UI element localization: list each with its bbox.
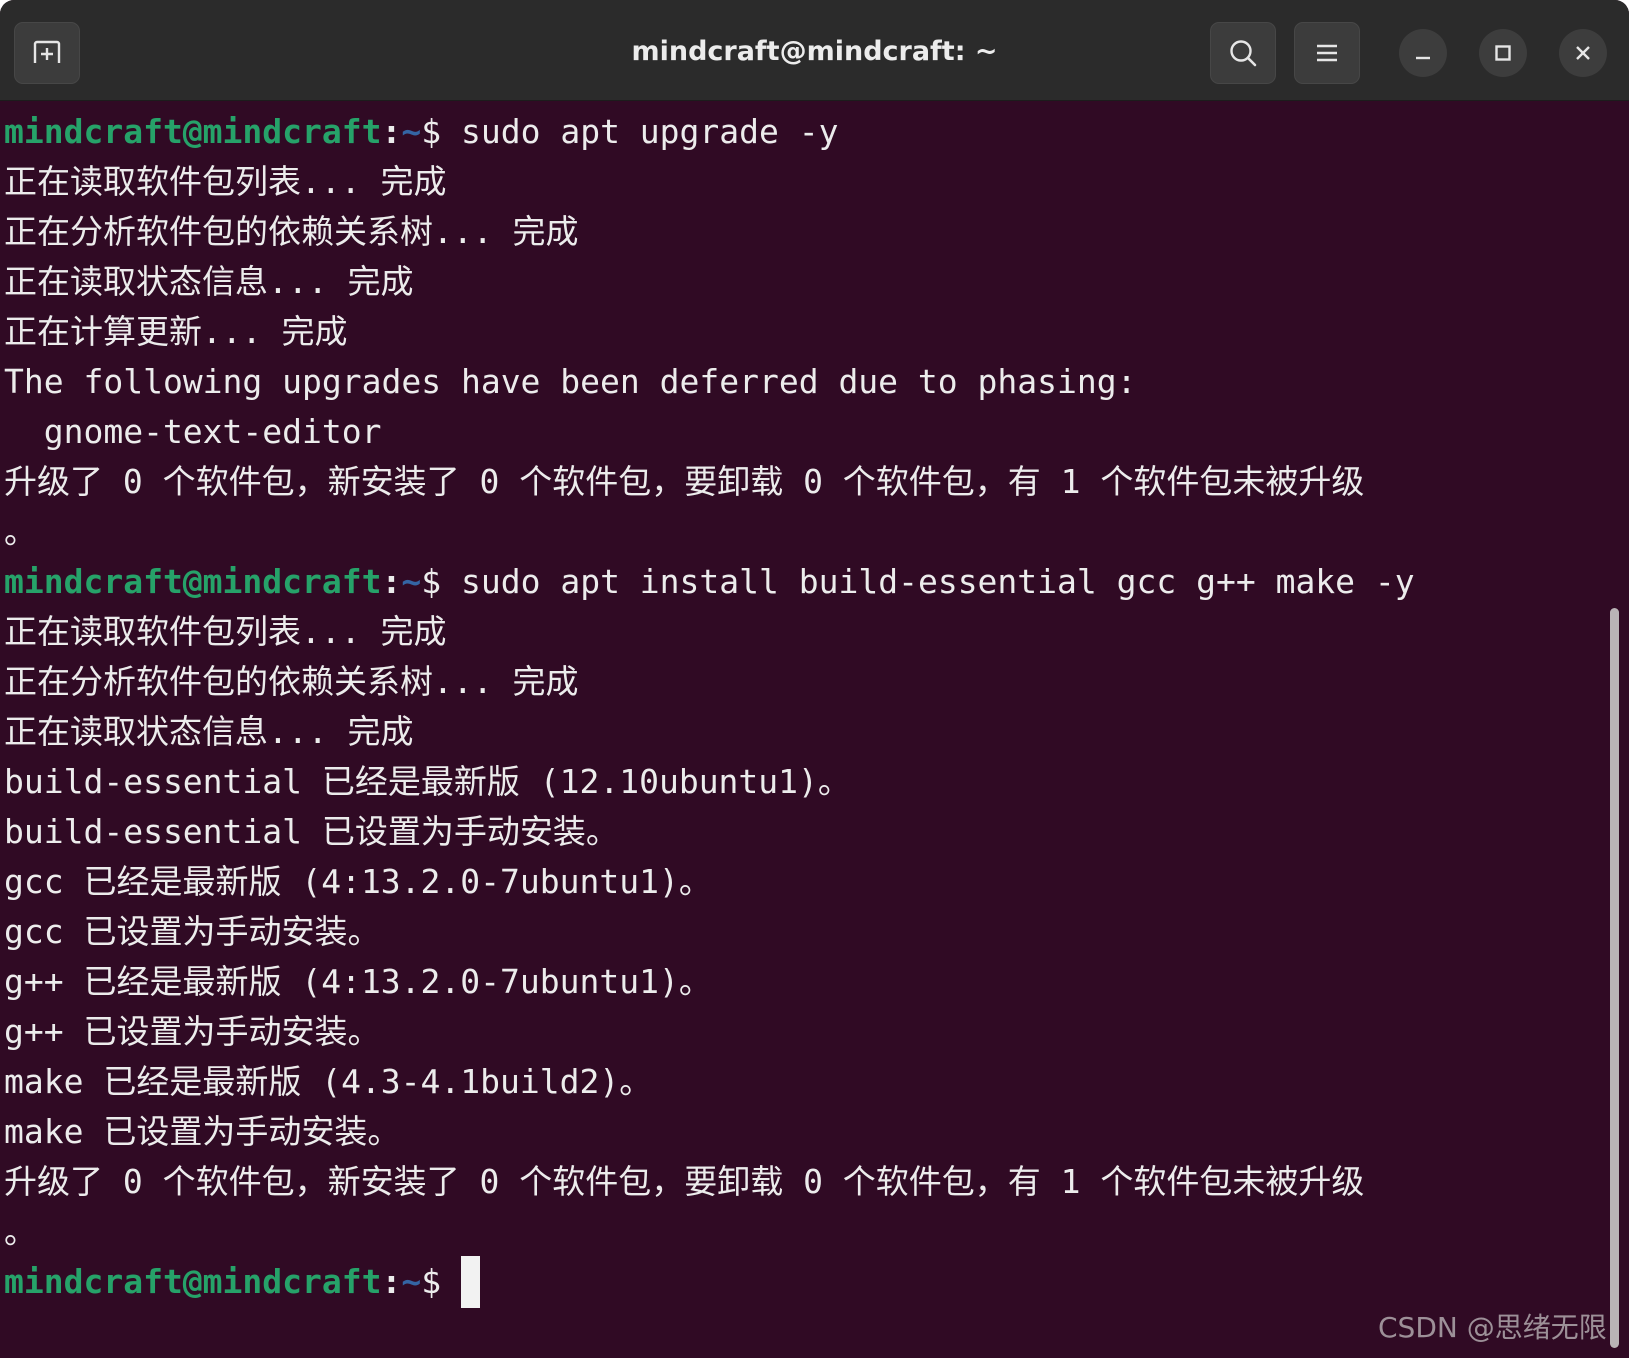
search-icon bbox=[1230, 40, 1257, 67]
terminal-line: make 已经是最新版 (4.3-4.1build2)。 bbox=[4, 1062, 653, 1101]
minimize-icon bbox=[1416, 56, 1430, 60]
text-cursor[interactable] bbox=[461, 1256, 480, 1308]
prompt-symbol: $ bbox=[421, 1262, 461, 1301]
menu-button[interactable] bbox=[1294, 22, 1360, 84]
terminal-line: The following upgrades have been deferre… bbox=[4, 362, 1137, 401]
terminal-line: 正在读取软件包列表... 完成 bbox=[4, 162, 447, 201]
terminal-line: build-essential 已设置为手动安装。 bbox=[4, 812, 619, 851]
terminal-line: 正在读取软件包列表... 完成 bbox=[4, 612, 447, 651]
prompt-path: ~ bbox=[401, 562, 422, 601]
terminal-line: build-essential 已经是最新版 (12.10ubuntu1)。 bbox=[4, 762, 851, 801]
terminal-line: 正在读取状态信息... 完成 bbox=[4, 712, 414, 751]
terminal-line: 升级了 0 个软件包，新安装了 0 个软件包，要卸载 0 个软件包，有 1 个软… bbox=[4, 462, 1365, 501]
close-icon bbox=[1576, 46, 1590, 60]
terminal-line-prompt: mindcraft@mindcraft:~$ bbox=[4, 1256, 480, 1308]
terminal-line: 。 bbox=[4, 512, 37, 551]
prompt-user-host: mindcraft@mindcraft bbox=[4, 112, 382, 151]
terminal-line: 升级了 0 个软件包，新安装了 0 个软件包，要卸载 0 个软件包，有 1 个软… bbox=[4, 1162, 1365, 1201]
terminal-line: gcc 已经是最新版 (4:13.2.0-7ubuntu1)。 bbox=[4, 862, 712, 901]
terminal-line: gnome-text-editor bbox=[4, 412, 382, 451]
prompt-colon: : bbox=[381, 1262, 402, 1301]
command-text: sudo apt install build-essential gcc g++… bbox=[461, 562, 1415, 601]
minimize-button[interactable] bbox=[1399, 29, 1447, 77]
prompt-colon: : bbox=[381, 112, 402, 151]
terminal-line: 正在分析软件包的依赖关系树... 完成 bbox=[4, 662, 579, 701]
scrollbar[interactable] bbox=[1610, 608, 1619, 1348]
command-text: sudo apt upgrade -y bbox=[461, 112, 839, 151]
hamburger-menu-icon bbox=[1317, 44, 1337, 62]
prompt-user-host: mindcraft@mindcraft bbox=[4, 562, 382, 601]
terminal-line: 。 bbox=[4, 1212, 37, 1251]
terminal-line: 正在计算更新... 完成 bbox=[4, 312, 348, 351]
prompt-colon: : bbox=[381, 562, 402, 601]
terminal-output[interactable]: mindcraft@mindcraft:~$ sudo apt upgrade … bbox=[0, 100, 1610, 1358]
maximize-icon bbox=[1495, 45, 1511, 61]
terminal-line-prompt: mindcraft@mindcraft:~$ sudo apt upgrade … bbox=[4, 106, 839, 158]
terminal-line: 正在分析软件包的依赖关系树... 完成 bbox=[4, 212, 579, 251]
terminal-line: g++ 已经是最新版 (4:13.2.0-7ubuntu1)。 bbox=[4, 962, 712, 1001]
prompt-path: ~ bbox=[401, 112, 422, 151]
prompt-symbol: $ bbox=[421, 112, 461, 151]
window-title: mindcraft@mindcraft: ~ bbox=[631, 36, 998, 67]
prompt-user-host: mindcraft@mindcraft bbox=[4, 1262, 382, 1301]
terminal-line: 正在读取状态信息... 完成 bbox=[4, 262, 414, 301]
close-button[interactable] bbox=[1559, 29, 1607, 77]
terminal-line: make 已设置为手动安装。 bbox=[4, 1112, 401, 1151]
terminal-line: gcc 已设置为手动安装。 bbox=[4, 912, 381, 951]
prompt-symbol: $ bbox=[421, 562, 461, 601]
maximize-button[interactable] bbox=[1479, 29, 1527, 77]
terminal-line: g++ 已设置为手动安装。 bbox=[4, 1012, 381, 1051]
title-bar[interactable]: mindcraft@mindcraft: ~ bbox=[0, 0, 1629, 101]
search-button[interactable] bbox=[1210, 22, 1276, 84]
terminal-window: mindcraft@mindcraft: ~ mindcraft@mindcra… bbox=[0, 0, 1629, 1358]
terminal-line-prompt: mindcraft@mindcraft:~$ sudo apt install … bbox=[4, 556, 1415, 608]
watermark: CSDN @思绪无限 bbox=[1378, 1311, 1607, 1344]
prompt-path: ~ bbox=[401, 1262, 422, 1301]
